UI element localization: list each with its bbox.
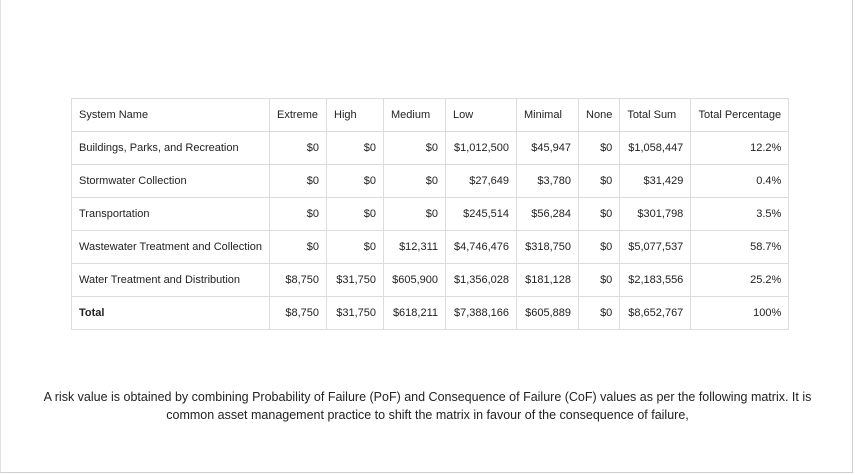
cell-low: $245,514 bbox=[445, 197, 518, 231]
cell-total-percentage: 58.7% bbox=[690, 230, 790, 264]
cell-high: $0 bbox=[326, 131, 385, 165]
cell-none: $0 bbox=[578, 296, 621, 330]
cell-total-sum: $8,652,767 bbox=[619, 296, 692, 330]
cell-extreme: $0 bbox=[269, 164, 328, 198]
cell-total-percentage: 0.4% bbox=[690, 164, 790, 198]
cell-system-name: Buildings, Parks, and Recreation bbox=[70, 131, 271, 165]
cell-system-name: Wastewater Treatment and Collection bbox=[70, 230, 271, 264]
cell-extreme: $0 bbox=[269, 230, 328, 264]
cell-system-name: Stormwater Collection bbox=[70, 164, 271, 198]
cell-extreme: $0 bbox=[269, 131, 328, 165]
cell-total-percentage: 12.2% bbox=[690, 131, 790, 165]
header-none: None bbox=[578, 98, 621, 132]
cell-high: $0 bbox=[326, 164, 385, 198]
cell-high: $31,750 bbox=[326, 296, 385, 330]
cell-low: $1,012,500 bbox=[445, 131, 518, 165]
table-row: Transportation $0 $0 $0 $245,514 $56,284… bbox=[70, 197, 790, 231]
header-high: High bbox=[326, 98, 385, 132]
cell-medium: $0 bbox=[383, 164, 447, 198]
header-medium: Medium bbox=[383, 98, 447, 132]
cell-minimal: $605,889 bbox=[516, 296, 580, 330]
cell-low: $1,356,028 bbox=[445, 263, 518, 297]
cell-total-percentage: 25.2% bbox=[690, 263, 790, 297]
cell-none: $0 bbox=[578, 230, 621, 264]
cell-medium: $0 bbox=[383, 197, 447, 231]
cell-extreme: $8,750 bbox=[269, 263, 328, 297]
cell-total-percentage: 3.5% bbox=[690, 197, 790, 231]
header-total-sum: Total Sum bbox=[619, 98, 692, 132]
cell-total-sum: $31,429 bbox=[619, 164, 692, 198]
table-header-row: System Name Extreme High Medium Low Mini… bbox=[70, 98, 790, 132]
cell-high: $0 bbox=[326, 197, 385, 231]
cell-minimal: $318,750 bbox=[516, 230, 580, 264]
cell-extreme: $0 bbox=[269, 197, 328, 231]
table-row: Buildings, Parks, and Recreation $0 $0 $… bbox=[70, 131, 790, 165]
cell-total-sum: $5,077,537 bbox=[619, 230, 692, 264]
cell-system-name: Transportation bbox=[70, 197, 271, 231]
cell-low: $7,388,166 bbox=[445, 296, 518, 330]
table-total-row: Total $8,750 $31,750 $618,211 $7,388,166… bbox=[70, 296, 790, 330]
header-low: Low bbox=[445, 98, 518, 132]
header-system-name: System Name bbox=[70, 98, 271, 132]
cell-medium: $0 bbox=[383, 131, 447, 165]
cell-medium: $12,311 bbox=[383, 230, 447, 264]
cell-total-sum: $301,798 bbox=[619, 197, 692, 231]
cell-total-sum: $2,183,556 bbox=[619, 263, 692, 297]
table-row: Stormwater Collection $0 $0 $0 $27,649 $… bbox=[70, 164, 790, 198]
cell-none: $0 bbox=[578, 197, 621, 231]
cell-low: $27,649 bbox=[445, 164, 518, 198]
cell-minimal: $45,947 bbox=[516, 131, 580, 165]
header-total-percentage: Total Percentage bbox=[690, 98, 790, 132]
cell-minimal: $56,284 bbox=[516, 197, 580, 231]
cell-none: $0 bbox=[578, 263, 621, 297]
header-minimal: Minimal bbox=[516, 98, 580, 132]
header-extreme: Extreme bbox=[269, 98, 328, 132]
risk-cost-table: System Name Extreme High Medium Low Mini… bbox=[70, 98, 790, 330]
cell-minimal: $181,128 bbox=[516, 263, 580, 297]
cell-system-name: Water Treatment and Distribution bbox=[70, 263, 271, 297]
cell-total-sum: $1,058,447 bbox=[619, 131, 692, 165]
cell-high: $31,750 bbox=[326, 263, 385, 297]
cell-extreme: $8,750 bbox=[269, 296, 328, 330]
cell-medium: $618,211 bbox=[383, 296, 447, 330]
table-row: Water Treatment and Distribution $8,750 … bbox=[70, 263, 790, 297]
cell-minimal: $3,780 bbox=[516, 164, 580, 198]
risk-matrix-paragraph: A risk value is obtained by combining Pr… bbox=[43, 389, 812, 422]
cell-none: $0 bbox=[578, 164, 621, 198]
cell-medium: $605,900 bbox=[383, 263, 447, 297]
table-row: Wastewater Treatment and Collection $0 $… bbox=[70, 230, 790, 264]
cell-none: $0 bbox=[578, 131, 621, 165]
cell-total-percentage: 100% bbox=[690, 296, 790, 330]
cell-high: $0 bbox=[326, 230, 385, 264]
cell-low: $4,746,476 bbox=[445, 230, 518, 264]
cell-system-name: Total bbox=[70, 296, 271, 330]
